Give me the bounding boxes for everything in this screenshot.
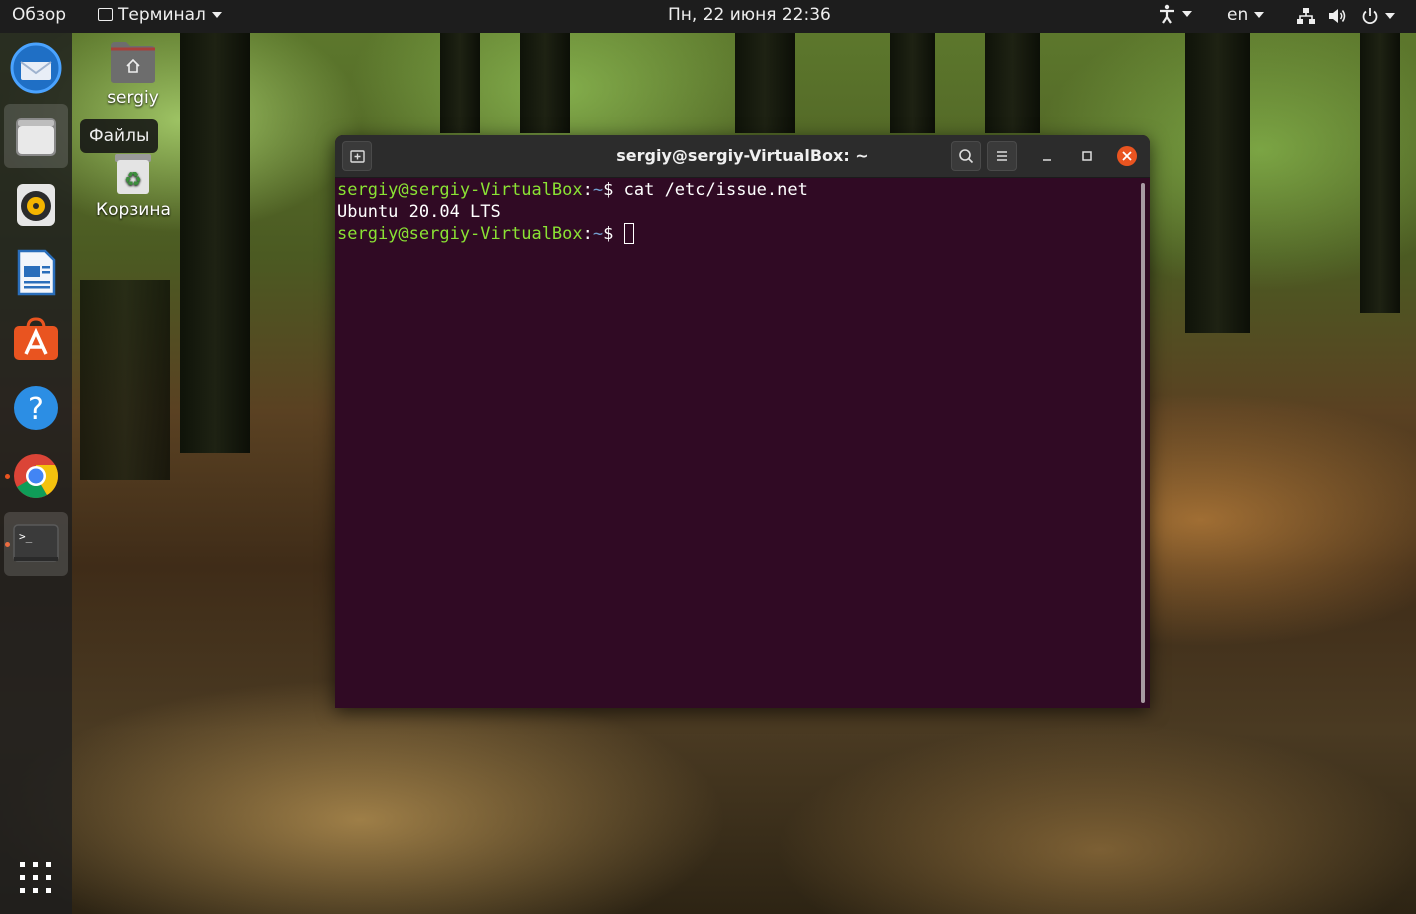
help-icon: ? [14, 386, 58, 430]
show-applications-button[interactable] [18, 860, 54, 896]
dock-item-chrome[interactable] [4, 444, 68, 508]
language-menu[interactable]: en [1227, 5, 1265, 25]
terminal-icon: >_ [13, 524, 59, 562]
store-icon [14, 317, 58, 360]
chevron-down-icon [1384, 13, 1395, 19]
terminal-window[interactable]: sergiy@sergiy-VirtualBox: ~ sergiy@sergi… [335, 135, 1150, 708]
prompt-user: sergiy@sergiy-VirtualBox [337, 224, 583, 244]
maximize-icon [1082, 151, 1092, 161]
terminal-small-icon [98, 8, 113, 21]
dock-item-help[interactable]: ? [4, 376, 68, 440]
dock-item-files[interactable] [4, 104, 68, 168]
maximize-button[interactable] [1072, 141, 1102, 171]
home-folder-icon [111, 42, 155, 83]
accessibility-icon [1160, 4, 1174, 24]
desktop-icon-trash[interactable]: ♻ Корзина [96, 152, 171, 220]
scrollbar[interactable] [1141, 183, 1145, 703]
search-icon [959, 149, 974, 164]
dock-item-terminal[interactable]: >_ [4, 512, 68, 576]
window-title: sergiy@sergiy-VirtualBox: ~ [616, 146, 869, 165]
svg-text:>_: >_ [19, 530, 33, 543]
close-button[interactable] [1112, 141, 1142, 171]
document-icon [17, 249, 56, 296]
desktop-icon-label: sergiy [107, 88, 159, 108]
search-button[interactable] [951, 141, 981, 171]
language-label: en [1227, 5, 1249, 25]
app-menu-button[interactable]: Терминал [98, 5, 222, 25]
chrome-icon [14, 454, 58, 498]
prompt-separator: : [582, 180, 593, 200]
desktop-icon-label: Корзина [96, 200, 171, 220]
network-icon [1297, 8, 1315, 24]
app-menu-label: Терминал [118, 5, 206, 25]
power-icon [1362, 8, 1378, 25]
prompt-path: ~ [592, 224, 604, 244]
svg-text:?: ? [28, 392, 44, 427]
mail-icon [10, 42, 62, 94]
volume-icon [1329, 9, 1346, 23]
close-icon [1117, 146, 1137, 166]
command-output: Ubuntu 20.04 LTS [337, 202, 501, 222]
dock-item-software[interactable] [4, 308, 68, 372]
minimize-icon [1043, 159, 1051, 161]
text-cursor [623, 223, 634, 244]
terminal-output[interactable]: sergiy@sergiy-VirtualBox:~$ cat /etc/iss… [337, 179, 1137, 699]
svg-text:♻: ♻ [124, 167, 142, 191]
desktop-icon-home[interactable]: sergiy [96, 40, 170, 108]
dock-item-rhythmbox[interactable] [4, 172, 68, 236]
prompt-user: sergiy@sergiy-VirtualBox [337, 180, 583, 200]
trash-icon: ♻ [115, 154, 151, 194]
terminal-line: sergiy@sergiy-VirtualBox:~$ [337, 223, 1137, 245]
accessibility-menu[interactable] [1158, 4, 1192, 24]
chevron-down-icon [1254, 12, 1265, 18]
command-text: cat /etc/issue.net [623, 180, 808, 200]
prompt-separator: : [582, 224, 593, 244]
titlebar[interactable]: sergiy@sergiy-VirtualBox: ~ [335, 135, 1150, 178]
chevron-down-icon [211, 12, 222, 18]
dock-tooltip: Файлы [80, 119, 159, 153]
prompt-dollar: $ [603, 224, 624, 244]
chevron-down-icon [1182, 11, 1192, 17]
system-menu[interactable] [1296, 6, 1395, 26]
prompt-path: ~ [592, 180, 604, 200]
music-icon [17, 184, 55, 226]
terminal-line: sergiy@sergiy-VirtualBox:~$ cat /etc/iss… [337, 179, 1137, 201]
hamburger-menu-icon [997, 151, 1007, 161]
folder-icon [16, 118, 56, 156]
dock-item-writer[interactable] [4, 240, 68, 304]
top-bar: Обзор Терминал Пн, 22 июня 22:36 en [0, 0, 1416, 33]
apps-grid-icon [20, 862, 51, 893]
terminal-line: Ubuntu 20.04 LTS [337, 201, 1137, 223]
dock-item-thunderbird[interactable] [4, 36, 68, 100]
menu-button[interactable] [987, 141, 1017, 171]
dock: ? >_ [0, 33, 72, 914]
minimize-button[interactable] [1032, 141, 1062, 171]
clock[interactable]: Пн, 22 июня 22:36 [668, 5, 831, 25]
activities-button[interactable]: Обзор [12, 5, 66, 25]
prompt-dollar: $ [603, 180, 624, 200]
